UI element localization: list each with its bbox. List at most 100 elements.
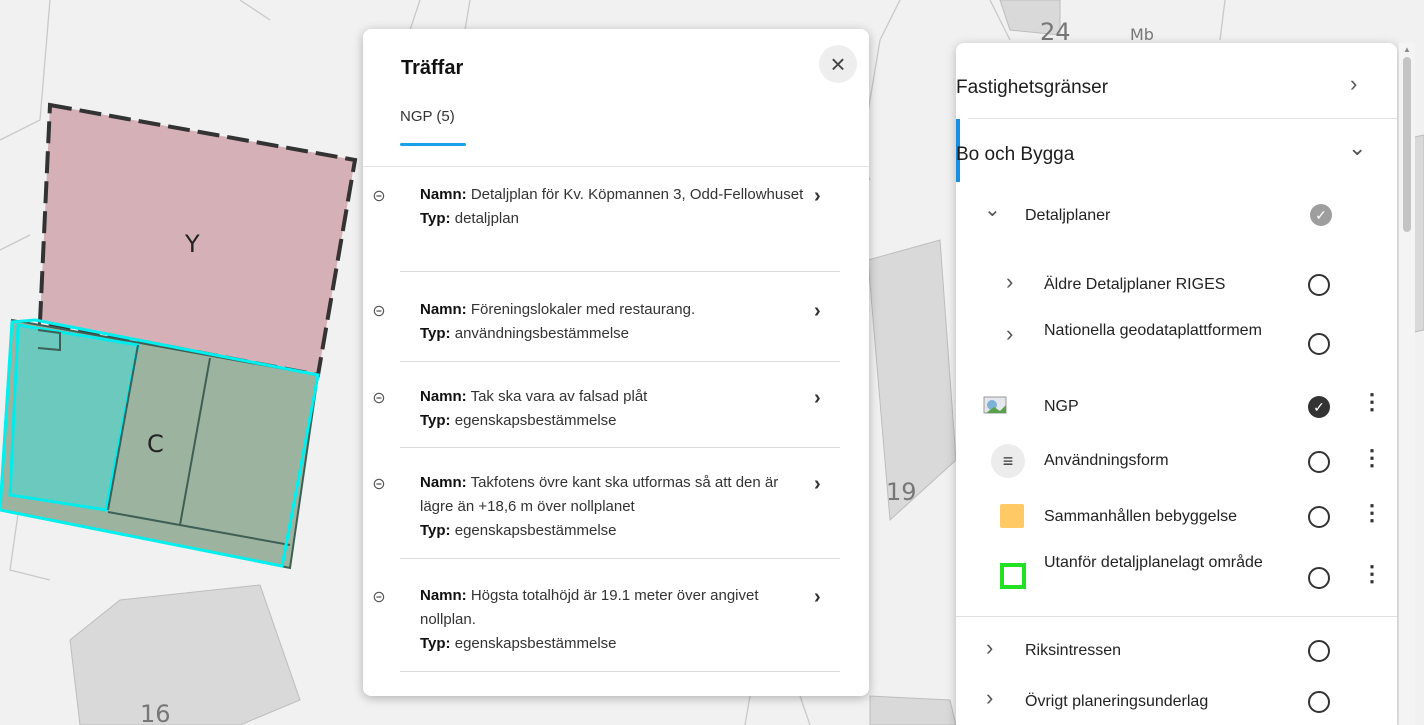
divider [400,361,840,362]
layer-aldre-detaljplaner[interactable]: › Äldre Detaljplaner RIGES [956,265,1397,305]
layer-label: Äldre Detaljplaner RIGES [1044,276,1226,293]
scrollbar-thumb[interactable] [1403,57,1411,232]
layers-scrollbar[interactable]: ▲ [1399,43,1415,725]
chevron-down-icon[interactable]: ⌄ [984,197,1001,222]
layer-nationella-geodataplattformem[interactable]: › Nationella geodataplattformem [956,319,1397,375]
layer-ngp[interactable]: NGP ✓ ⋮ [956,385,1397,429]
map-label-c: C [147,430,164,458]
result-name: Högsta totalhöjd är 19.1 meter över angi… [420,587,759,628]
result-type: egenskapsbestämmelse [454,412,617,429]
type-label: Typ: [420,325,451,342]
type-label: Typ: [420,635,451,652]
result-name: Takfotens övre kant ska utformas så att … [420,474,779,515]
divider [400,447,840,448]
layer-group-label: Fastighetsgränser [956,77,1109,98]
layer-label: Sammanhållen bebyggelse [1044,508,1238,525]
layer-detaljplaner[interactable]: ⌄ Detaljplaner ✓ [956,193,1397,237]
radio-unchecked-icon[interactable] [1308,274,1330,296]
chevron-right-icon[interactable]: › [1006,321,1013,347]
chevron-right-icon[interactable]: › [814,387,821,410]
collapse-minus-icon[interactable]: ⊝ [371,304,387,320]
result-name: Detaljplan för Kv. Köpmannen 3, Odd-Fell… [470,186,804,203]
layer-label: Detaljplaner [1025,207,1111,224]
result-type: egenskapsbestämmelse [454,522,617,539]
result-name: Tak ska vara av falsad plåt [470,388,648,405]
collapse-minus-icon[interactable]: ⊝ [371,477,387,493]
radio-unchecked-icon[interactable] [1308,640,1330,662]
chevron-down-icon[interactable]: ⌄ [1348,135,1366,161]
radio-unchecked-icon[interactable] [1308,691,1330,713]
layer-group-fastighetsgranser[interactable]: Fastighetsgränser › [956,43,1397,119]
result-body: Namn: Tak ska vara av falsad plåt Typ: e… [420,385,810,433]
divider [956,616,1397,617]
orange-square-icon [1000,504,1024,528]
layer-label: Nationella geodataplattformem [1044,322,1262,339]
more-vertical-icon[interactable]: ⋮ [1361,502,1383,524]
name-label: Namn: [420,388,467,405]
checked-icon[interactable]: ✓ [1310,204,1332,226]
map-label-16: 16 [140,700,171,725]
chevron-right-icon[interactable]: › [986,635,993,661]
divider [400,558,840,559]
layer-utanfor-detaljplanelagt[interactable]: Utanför detaljplanelagt område ⋮ [956,549,1397,605]
more-vertical-icon[interactable]: ⋮ [1361,391,1383,413]
list-icon: ≡ [991,444,1025,478]
divider [400,671,840,672]
type-label: Typ: [420,412,451,429]
chevron-right-icon[interactable]: › [814,473,821,496]
collapse-minus-icon[interactable]: ⊝ [371,391,387,407]
collapse-minus-icon[interactable]: ⊝ [371,590,387,606]
result-type: egenskapsbestämmelse [454,635,617,652]
results-panel: Träffar × NGP (5) ⊝ Namn: Detaljplan för… [363,29,869,696]
type-label: Typ: [420,522,451,539]
results-title: Träffar [401,57,464,79]
layer-anvandningsform[interactable]: ≡ Användningsform ⋮ [956,441,1397,485]
radio-unchecked-icon[interactable] [1308,333,1330,355]
divider [400,271,840,272]
tab-active-indicator [400,143,466,146]
map-image-icon [983,396,1007,414]
result-body: Namn: Takfotens övre kant ska utformas s… [420,471,810,543]
collapse-minus-icon[interactable]: ⊝ [371,189,387,205]
map-label-mb: Mb [1130,25,1154,44]
name-label: Namn: [420,587,467,604]
layer-ovrigt-planeringsunderlag[interactable]: › Övrigt planeringsunderlag [956,683,1397,723]
layer-label: NGP [1044,398,1079,415]
more-vertical-icon[interactable]: ⋮ [1361,563,1383,585]
result-name: Föreningslokaler med restaurang. [470,301,696,318]
name-label: Namn: [420,301,467,318]
results-header: Träffar × NGP (5) [363,29,869,167]
radio-unchecked-icon[interactable] [1308,567,1330,589]
chevron-right-icon[interactable]: › [986,685,993,711]
more-vertical-icon[interactable]: ⋮ [1361,447,1383,469]
chevron-right-icon[interactable]: › [1006,269,1013,295]
layer-label: Övrigt planeringsunderlag [1025,693,1209,710]
result-type: detaljplan [454,210,519,227]
layer-riksintressen[interactable]: › Riksintressen [956,633,1397,673]
map-label-19: 19 [886,478,917,506]
name-label: Namn: [420,474,467,491]
close-icon[interactable]: × [819,45,857,83]
radio-unchecked-icon[interactable] [1308,506,1330,528]
chevron-right-icon[interactable]: › [814,185,821,208]
layer-label: Riksintressen [1025,642,1122,659]
tab-ngp[interactable]: NGP (5) [400,108,455,125]
result-body: Namn: Detaljplan för Kv. Köpmannen 3, Od… [420,183,810,231]
layer-group-bo-och-bygga[interactable]: Bo och Bygga ⌄ [956,119,1397,182]
layers-panel: Fastighetsgränser › Bo och Bygga ⌄ ⌄ Det… [956,43,1397,725]
layer-group-label: Bo och Bygga [956,144,1075,165]
result-type: användningsbestämmelse [454,325,630,342]
type-label: Typ: [420,210,451,227]
layer-sammanhallen-bebyggelse[interactable]: Sammanhållen bebyggelse ⋮ [956,496,1397,540]
scroll-up-icon[interactable]: ▲ [1403,45,1411,54]
radio-unchecked-icon[interactable] [1308,451,1330,473]
result-body: Namn: Föreningslokaler med restaurang. T… [420,298,810,346]
chevron-right-icon[interactable]: › [814,586,821,609]
map-label-24: 24 [1040,18,1071,46]
chevron-right-icon[interactable]: › [1350,71,1357,97]
layer-label: Utanför detaljplanelagt område [1044,554,1263,571]
result-body: Namn: Högsta totalhöjd är 19.1 meter öve… [420,584,810,656]
chevron-right-icon[interactable]: › [814,300,821,323]
checked-icon[interactable]: ✓ [1308,396,1330,418]
layer-label: Användningsform [1044,452,1169,469]
